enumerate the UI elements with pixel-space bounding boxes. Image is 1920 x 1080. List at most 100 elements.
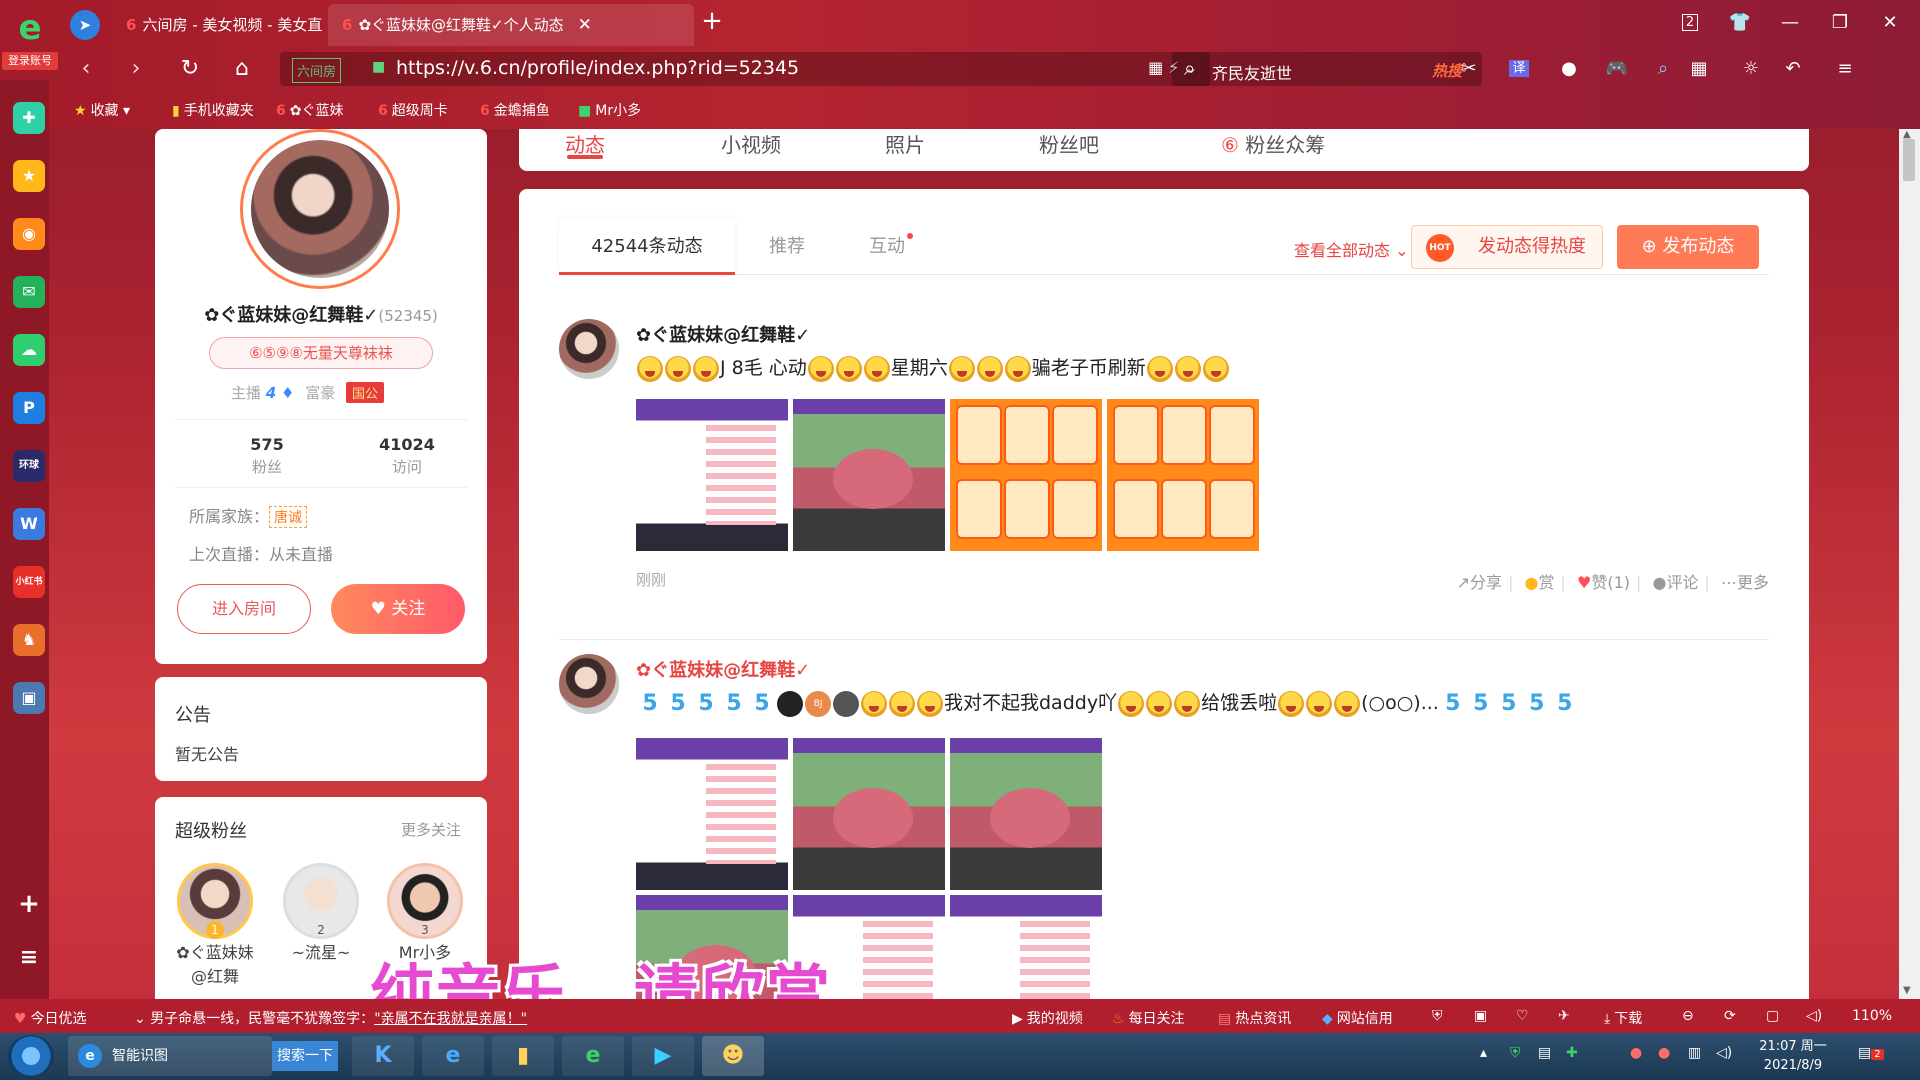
bookmark-weekcard[interactable]: 6 超级周卡	[378, 100, 448, 120]
add-icon[interactable]: +	[13, 888, 45, 920]
tray-shield-icon[interactable]: ⛨	[1510, 1045, 1521, 1061]
scrollbar-thumb[interactable]	[1903, 139, 1915, 181]
like-action[interactable]: ♥赞(1)	[1577, 573, 1630, 592]
download-link[interactable]: ⤓ 下载	[1604, 1008, 1642, 1028]
brightness-icon[interactable]: ☼	[1734, 54, 1768, 84]
close-window-icon[interactable]: ✕	[1872, 8, 1908, 38]
tray-expand-icon[interactable]: ▴	[1480, 1045, 1487, 1061]
tab-profile[interactable]: 6 ✿ぐ蓝妹妹@红舞鞋✓个人动态 ✕	[328, 4, 694, 46]
list-icon[interactable]: ≡	[13, 942, 45, 974]
player-icon[interactable]: ▶	[632, 1036, 694, 1076]
news-app-icon[interactable]: 环球	[13, 450, 45, 482]
coin-icon[interactable]: ●	[1552, 54, 1586, 84]
sync-icon[interactable]: ⟳	[1724, 1008, 1736, 1024]
post-image[interactable]	[1107, 399, 1259, 551]
tab-interaction[interactable]: 互动	[839, 219, 943, 275]
refresh-icon[interactable]: ↻	[174, 54, 206, 84]
enter-room-button[interactable]: 进入房间	[177, 584, 311, 634]
undo-icon[interactable]: ↶	[1776, 54, 1810, 84]
bookmark-profile[interactable]: 6 ✿ぐ蓝妹	[276, 100, 343, 120]
minimize-icon[interactable]: —	[1772, 8, 1808, 38]
scroll-down-icon[interactable]: ▼	[1903, 985, 1911, 996]
taskbar-search-button[interactable]: 搜索一下	[272, 1041, 338, 1071]
scissors-icon[interactable]: ✂	[1452, 54, 1486, 84]
bookmark-fishing[interactable]: 6 金蟾捕鱼	[480, 100, 550, 120]
p-app-icon[interactable]: P	[13, 392, 45, 424]
tab-fan-bar[interactable]: 粉丝吧	[1039, 129, 1099, 158]
favorites-star-icon[interactable]: ★	[13, 160, 45, 192]
fan-item[interactable]: 2 ~流星~	[281, 863, 361, 965]
tray-plus-icon[interactable]: ✚	[1566, 1045, 1578, 1061]
close-tab-icon[interactable]: ✕	[578, 15, 592, 35]
tab-all-posts[interactable]: 42544条动态	[559, 219, 735, 275]
post-image[interactable]	[793, 738, 945, 890]
restore-icon[interactable]: ❐	[1822, 8, 1858, 38]
volume-icon[interactable]: ◁)	[1806, 1008, 1822, 1024]
avatar[interactable]	[559, 654, 619, 714]
tab-recommend[interactable]: 推荐	[735, 219, 839, 275]
follow-button[interactable]: ♥ 关注	[331, 584, 465, 634]
find-icon[interactable]: ⌕	[1646, 54, 1680, 84]
profile-avatar[interactable]	[240, 129, 400, 289]
tray-qq2-icon[interactable]: ●	[1658, 1045, 1670, 1061]
redbook-icon[interactable]: 小红书	[13, 566, 45, 598]
post-image[interactable]	[950, 895, 1102, 999]
post-author[interactable]: ✿ぐ蓝妹妹@红舞鞋✓	[636, 656, 810, 682]
game-icon[interactable]: ♞	[13, 624, 45, 656]
mail-icon[interactable]: ✉	[13, 276, 45, 308]
bookmark-mobile[interactable]: ▮ 手机收藏夹	[172, 100, 254, 120]
start-button[interactable]	[8, 1035, 54, 1077]
avatar-app-icon[interactable]: ☻	[702, 1036, 764, 1076]
tray-volume-icon[interactable]: ◁)	[1716, 1045, 1732, 1061]
browser-e-icon[interactable]: e	[562, 1036, 624, 1076]
navigation-icon[interactable]: ➤	[70, 10, 100, 40]
reward-action[interactable]: ●赏	[1525, 573, 1555, 592]
translate-icon[interactable]: 译	[1502, 54, 1536, 84]
new-tab-button[interactable]: +	[696, 6, 728, 36]
post-image[interactable]	[793, 399, 945, 551]
k-app-icon[interactable]: K	[352, 1036, 414, 1076]
tab-count-icon[interactable]: 2	[1672, 8, 1708, 38]
accelerate-icon[interactable]: ✈	[1558, 1008, 1570, 1024]
menu-icon[interactable]: ≡	[1828, 54, 1862, 84]
taskbar-clock[interactable]: 21:07 周一 2021/8/9	[1756, 1037, 1830, 1075]
fan-item[interactable]: 1 ✿ぐ蓝妹妹@红舞	[175, 863, 255, 989]
heart-outline-icon[interactable]: ♡	[1516, 1008, 1529, 1024]
page-scrollbar[interactable]: ▲ ▼	[1899, 129, 1920, 999]
cleanup-icon[interactable]: ⊖	[1682, 1008, 1694, 1024]
post-for-heat-button[interactable]: HOT 发动态得热度	[1411, 225, 1603, 269]
home-icon[interactable]: ⌂	[226, 54, 258, 84]
post-image[interactable]	[950, 738, 1102, 890]
ie-icon[interactable]: e	[422, 1036, 484, 1076]
gamepad-icon[interactable]: 🎮	[1600, 54, 1634, 84]
security-icon[interactable]: ⛨	[1432, 1008, 1443, 1024]
folder-icon[interactable]: ▮	[492, 1036, 554, 1076]
window-icon[interactable]: ▢	[1766, 1008, 1779, 1024]
bookmark-mrxiaoduo[interactable]: ■ Mr小多	[578, 100, 641, 120]
tray-qq-icon[interactable]: ●	[1630, 1045, 1642, 1061]
shirt-icon[interactable]: 👕	[1722, 8, 1758, 38]
hot-news-link[interactable]: ▤ 热点资讯	[1218, 1008, 1291, 1028]
fans-stat[interactable]: 575 粉丝	[207, 435, 327, 477]
forward-icon[interactable]: ›	[120, 54, 152, 84]
tab-photos[interactable]: 照片	[885, 129, 925, 158]
tab-dynamic[interactable]: 动态	[565, 129, 605, 158]
site-credit-link[interactable]: ◆ 网站信用	[1322, 1008, 1393, 1028]
grid-icon[interactable]: ▦	[1682, 54, 1716, 84]
news-ticker[interactable]: ⌄ 男子命悬一线，民警毫不犹豫签字："亲属不在我就是亲属！"	[134, 1008, 527, 1028]
weibo-icon[interactable]: ◉	[13, 218, 45, 250]
word-icon[interactable]: W	[13, 508, 45, 540]
more-action[interactable]: ⋯更多	[1721, 573, 1769, 592]
tab-short-video[interactable]: 小视频	[721, 129, 781, 158]
share-action[interactable]: ↗分享	[1457, 573, 1502, 592]
screenshot-icon[interactable]: ▣	[1474, 1008, 1487, 1024]
tray-doc-icon[interactable]: ▤	[1538, 1045, 1551, 1061]
notification-icon[interactable]: ▤ 2	[1858, 1045, 1884, 1061]
browser-logo-icon[interactable]: e	[8, 10, 52, 46]
back-icon[interactable]: ‹	[70, 54, 102, 84]
my-video-link[interactable]: ▶ 我的视频	[1012, 1008, 1083, 1028]
bookmark-favorites[interactable]: ★ 收藏 ▾	[74, 100, 130, 120]
view-all-posts-dropdown[interactable]: 查看全部动态 ⌄	[1294, 237, 1409, 261]
avatar[interactable]	[559, 319, 619, 379]
more-follows-link[interactable]: 更多关注	[401, 819, 461, 840]
